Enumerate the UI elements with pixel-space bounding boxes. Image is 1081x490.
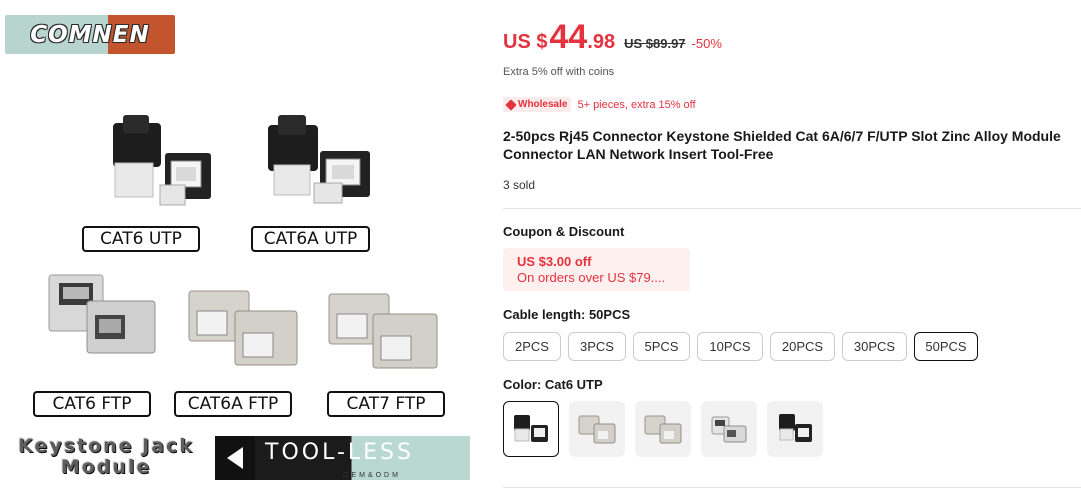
sold-count: 3 sold: [503, 178, 536, 192]
cat7-ftp-swatch[interactable]: [635, 401, 691, 457]
divider: [503, 208, 1081, 209]
cable-length-label: Cable length: 50PCS: [503, 307, 631, 322]
price-decimal: .98: [587, 31, 616, 53]
cat6-ftp-jack-image: [45, 265, 163, 360]
option-10pcs[interactable]: 10PCS: [697, 332, 763, 361]
cat6a-ftp-swatch[interactable]: [569, 401, 625, 457]
option-3pcs[interactable]: 3PCS: [568, 332, 626, 361]
cat6a-utp-jack-image: [262, 115, 377, 210]
wholesale-badge: Wholesale: [503, 97, 572, 112]
product-title: 2-50pcs Rj45 Connector Keystone Shielded…: [503, 128, 1061, 162]
coupon-condition: On orders over US $79....: [517, 270, 666, 285]
discount-percent: -50%: [691, 36, 722, 51]
price-row: US $ 44 .98 US $89.97 -50%: [503, 18, 722, 57]
price-integer: 44: [549, 18, 588, 56]
cable-length-options: 2PCS 3PCS 5PCS 10PCS 20PCS 30PCS 50PCS: [503, 332, 978, 361]
cat6-utp-swatch[interactable]: [503, 401, 559, 457]
wholesale-row[interactable]: Wholesale 5+ pieces, extra 15% off: [503, 97, 696, 112]
coins-discount-text: Extra 5% off with coins: [503, 66, 615, 78]
cat7-ftp-jack-image: [325, 290, 443, 375]
original-price: US $89.97: [624, 36, 686, 51]
cat6a-ftp-jack-image: [185, 285, 303, 370]
option-2pcs[interactable]: 2PCS: [503, 332, 561, 361]
product-main-image: COMNEN CAT6 UTP CAT6A UTP CAT6 FTP CAT6A…: [0, 0, 475, 490]
divider-bottom: [503, 487, 1081, 488]
color-swatches: [503, 401, 823, 457]
coupon-heading: Coupon & Discount: [503, 224, 625, 239]
price-tag-icon: [505, 98, 517, 111]
price-currency: US $: [503, 31, 548, 53]
option-50pcs[interactable]: 50PCS: [914, 332, 978, 361]
coupon-amount: US $3.00 off: [517, 254, 592, 269]
cat6a-utp-swatch[interactable]: [767, 401, 823, 457]
wholesale-text: 5+ pieces, extra 15% off: [577, 98, 696, 111]
keystone-jack-module-text: Keystone Jack Module: [18, 435, 194, 478]
label-cat7-ftp: CAT7 FTP: [327, 391, 445, 417]
brand-logo: COMNEN: [5, 15, 175, 54]
coupon-card[interactable]: US $3.00 off On orders over US $79....: [503, 248, 690, 291]
arrow-left-icon: [215, 436, 255, 480]
product-info-panel: US $ 44 .98 US $89.97 -50% Extra 5% off …: [503, 0, 1081, 490]
label-cat6-ftp: CAT6 FTP: [33, 391, 151, 417]
color-label: Color: Cat6 UTP: [503, 377, 603, 392]
option-30pcs[interactable]: 30PCS: [842, 332, 907, 361]
label-cat6a-utp: CAT6A UTP: [251, 226, 370, 252]
option-5pcs[interactable]: 5PCS: [633, 332, 690, 361]
cat6-ftp-swatch[interactable]: [701, 401, 757, 457]
label-cat6a-ftp: CAT6A FTP: [174, 391, 292, 417]
tool-less-banner: TOOL-LESS OEM&ODM: [215, 436, 470, 480]
label-cat6-utp: CAT6 UTP: [82, 226, 200, 252]
option-20pcs[interactable]: 20PCS: [770, 332, 835, 361]
cat6-utp-jack-image: [105, 115, 220, 210]
